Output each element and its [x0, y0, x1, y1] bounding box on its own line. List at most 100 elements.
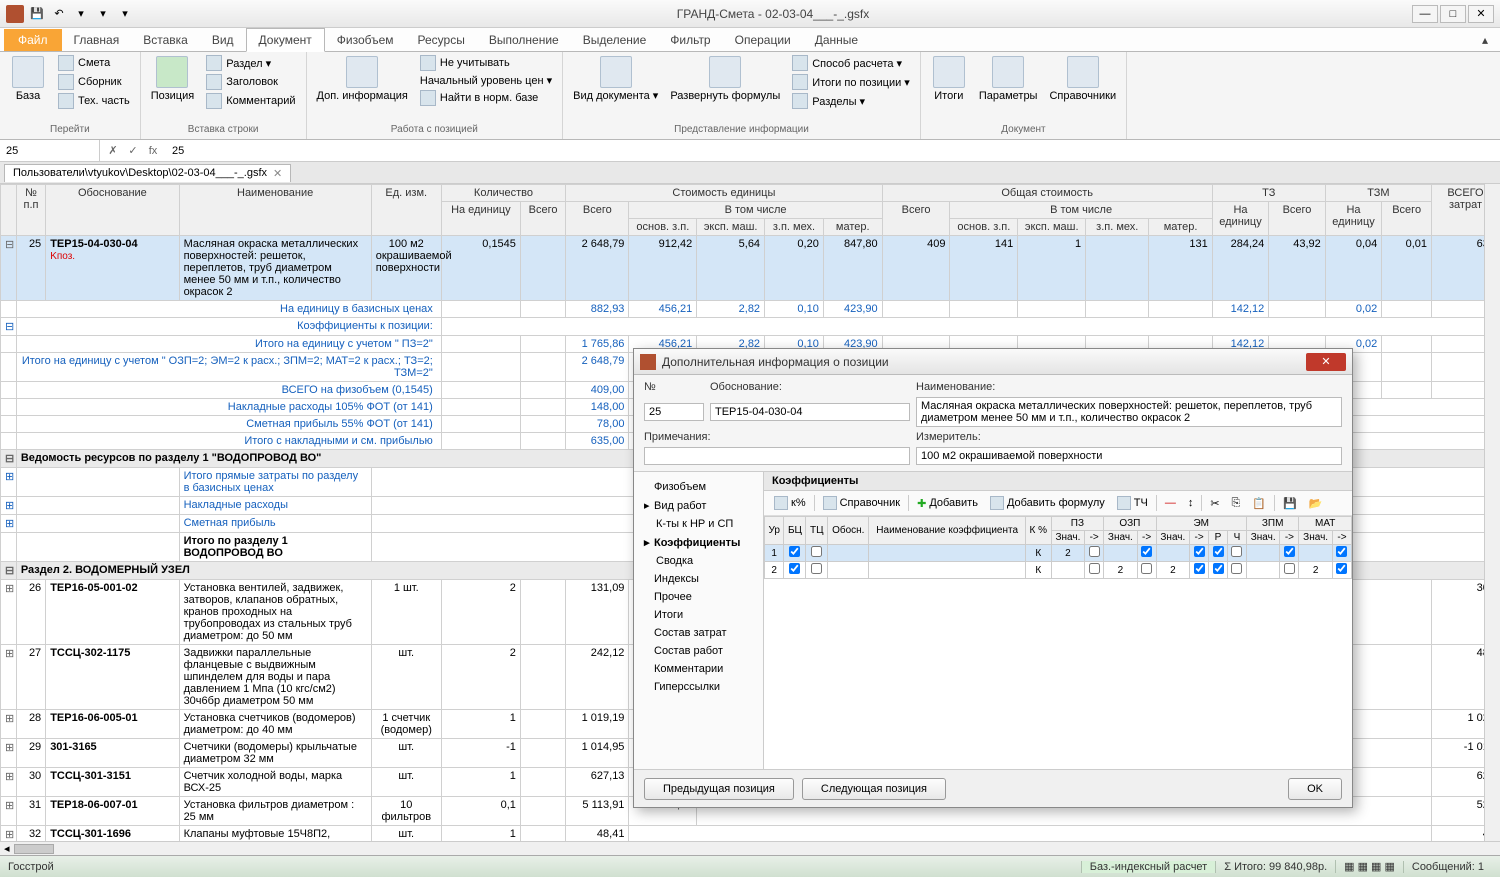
- nav-physvol[interactable]: Физобъем: [634, 478, 763, 496]
- nav-summary[interactable]: Сводка: [634, 552, 763, 570]
- remove-icon[interactable]: —: [1161, 495, 1180, 511]
- dialog-header: № Обоснование: Наименование: Масляная ок…: [634, 375, 1352, 472]
- copy-icon[interactable]: ⎘: [1228, 495, 1245, 512]
- tab-operations[interactable]: Операции: [723, 29, 803, 51]
- addinfo-button[interactable]: Доп. информация: [313, 54, 412, 104]
- add-button[interactable]: ✚Добавить: [913, 495, 982, 512]
- qat-customise-icon[interactable]: ▾: [116, 5, 134, 23]
- base-button[interactable]: База: [6, 54, 50, 104]
- tab-filter[interactable]: Фильтр: [658, 29, 722, 51]
- directory-button[interactable]: Справочник: [819, 494, 905, 512]
- nav-indexes[interactable]: Индексы: [634, 570, 763, 588]
- totals-button[interactable]: Итоги: [927, 54, 971, 104]
- dialog-naim-field[interactable]: Масляная окраска металлических поверхнос…: [916, 397, 1342, 427]
- header-btn[interactable]: Заголовок: [202, 73, 299, 91]
- horizontal-scrollbar[interactable]: ◂: [0, 841, 1500, 855]
- ribbon-group-position-work: Доп. информация Не учитывать Начальный у…: [307, 52, 564, 139]
- cell-reference[interactable]: 25: [0, 140, 100, 161]
- nav-totals[interactable]: Итоги: [634, 606, 763, 624]
- nav-hyperlinks[interactable]: Гиперссылки: [634, 678, 763, 696]
- save-tb-icon[interactable]: 💾: [1279, 495, 1301, 512]
- dialog-izm-field[interactable]: [916, 447, 1342, 465]
- status-calc-mode[interactable]: Баз.-индексный расчет: [1081, 861, 1215, 873]
- file-tab[interactable]: Файл: [4, 29, 62, 51]
- cancel-icon[interactable]: ✗: [104, 142, 122, 160]
- smeta-btn[interactable]: Смета: [54, 54, 134, 72]
- document-tab[interactable]: Пользователи\vtyukov\Desktop\02-03-04___…: [4, 164, 291, 182]
- dialog-titlebar[interactable]: Дополнительная информация о позиции ✕: [634, 349, 1352, 375]
- nav-worktype[interactable]: ▸Вид работ: [634, 496, 763, 515]
- dialog-close-button[interactable]: ✕: [1306, 353, 1346, 371]
- next-position-button[interactable]: Следующая позиция: [802, 778, 946, 800]
- section-btn[interactable]: Раздел ▾: [202, 54, 299, 72]
- params-button[interactable]: Параметры: [975, 54, 1042, 104]
- coef-row[interactable]: 2 К 2 2 2: [765, 562, 1352, 579]
- tch-button[interactable]: ТЧ: [1113, 494, 1152, 512]
- tab-physvol[interactable]: Физобъем: [325, 29, 406, 51]
- minimize-button[interactable]: —: [1412, 5, 1438, 23]
- percent-button[interactable]: к%: [770, 494, 810, 512]
- expand-icon[interactable]: ⊟: [1, 236, 17, 301]
- app-icon[interactable]: [6, 5, 24, 23]
- close-icon[interactable]: ✕: [273, 167, 282, 180]
- table-row[interactable]: ⊟ 25 ТЕР15-04-030-04Kпоз. Масляная окрас…: [1, 236, 1500, 301]
- undo-icon[interactable]: ↶: [50, 5, 68, 23]
- table-row[interactable]: ⊞32ТССЦ-301-1696Клапаны муфтовые 15Ч8П2,…: [1, 826, 1500, 842]
- nav-comments[interactable]: Комментарии: [634, 660, 763, 678]
- prev-position-button[interactable]: Предыдущая позиция: [644, 778, 794, 800]
- accept-icon[interactable]: ✓: [124, 142, 142, 160]
- dialog-obos-field[interactable]: [710, 403, 910, 421]
- tab-execution[interactable]: Выполнение: [477, 29, 571, 51]
- positiontotals-btn[interactable]: Итоги по позиции ▾: [788, 73, 914, 91]
- dialog-n-field[interactable]: [644, 403, 704, 421]
- tab-data[interactable]: Данные: [803, 29, 870, 51]
- open-tb-icon[interactable]: 📂: [1305, 495, 1327, 512]
- calcmethod-btn[interactable]: Способ расчета ▾: [788, 54, 914, 72]
- window-controls: — □ ✕: [1412, 5, 1494, 23]
- docview-button[interactable]: Вид документа ▾: [569, 54, 662, 104]
- up-down-icon[interactable]: ↕: [1184, 495, 1198, 511]
- comment-btn[interactable]: Комментарий: [202, 92, 299, 110]
- nav-nrsp[interactable]: К-ты к НР и СП: [634, 515, 763, 533]
- sbornik-btn[interactable]: Сборник: [54, 73, 134, 91]
- dialog-prim-field[interactable]: [644, 447, 910, 465]
- nav-coefficients[interactable]: ▸Коэффициенты: [634, 533, 763, 552]
- formula-input[interactable]: [166, 145, 1500, 157]
- fx-icon[interactable]: fx: [144, 142, 162, 160]
- sections-btn[interactable]: Разделы ▾: [788, 92, 914, 110]
- tab-insert[interactable]: Вставка: [131, 29, 200, 51]
- refs-button[interactable]: Справочники: [1045, 54, 1120, 104]
- close-button[interactable]: ✕: [1468, 5, 1494, 23]
- tab-resources[interactable]: Ресурсы: [406, 29, 477, 51]
- titlebar: 💾 ↶ ▾ ▾ ▾ ГРАНД-Смета - 02-03-04___-_.gs…: [0, 0, 1500, 28]
- ignore-btn[interactable]: Не учитывать: [416, 54, 556, 72]
- tab-main[interactable]: Главная: [62, 29, 132, 51]
- vertical-scrollbar[interactable]: [1484, 184, 1500, 841]
- maximize-button[interactable]: □: [1440, 5, 1466, 23]
- tab-view[interactable]: Вид: [200, 29, 246, 51]
- paste-icon[interactable]: 📋: [1248, 495, 1270, 512]
- save-icon[interactable]: 💾: [28, 5, 46, 23]
- status-view-icons[interactable]: ▦ ▦ ▦ ▦: [1335, 860, 1403, 873]
- ok-button[interactable]: OK: [1288, 778, 1342, 800]
- coefficients-table[interactable]: УрБЦТЦ Обосн.Наименование коэффициентаК …: [764, 516, 1352, 579]
- ribbon-minimize-icon[interactable]: ▴: [1470, 29, 1500, 51]
- coef-row[interactable]: 1 К 2: [765, 545, 1352, 562]
- add-formula-button[interactable]: Добавить формулу: [986, 494, 1109, 512]
- status-total: Σ Итого: 99 840,98р.: [1215, 861, 1335, 873]
- findnorm-btn[interactable]: Найти в норм. базе: [416, 89, 556, 107]
- nav-works[interactable]: Состав работ: [634, 642, 763, 660]
- status-messages[interactable]: Сообщений: 1: [1403, 861, 1492, 873]
- nav-other[interactable]: Прочее: [634, 588, 763, 606]
- redo-icon[interactable]: ▾: [72, 5, 90, 23]
- expand-formulas-button[interactable]: Развернуть формулы: [666, 54, 784, 104]
- tab-selection[interactable]: Выделение: [571, 29, 659, 51]
- baselevel-btn[interactable]: Начальный уровень цен ▾: [416, 73, 556, 88]
- cut-icon[interactable]: ✂: [1206, 495, 1223, 512]
- position-info-dialog: Дополнительная информация о позиции ✕ № …: [633, 348, 1353, 808]
- qat-more-icon[interactable]: ▾: [94, 5, 112, 23]
- nav-costs[interactable]: Состав затрат: [634, 624, 763, 642]
- position-button[interactable]: Позиция: [147, 54, 199, 104]
- techpart-btn[interactable]: Тех. часть: [54, 92, 134, 110]
- tab-document[interactable]: Документ: [246, 28, 325, 52]
